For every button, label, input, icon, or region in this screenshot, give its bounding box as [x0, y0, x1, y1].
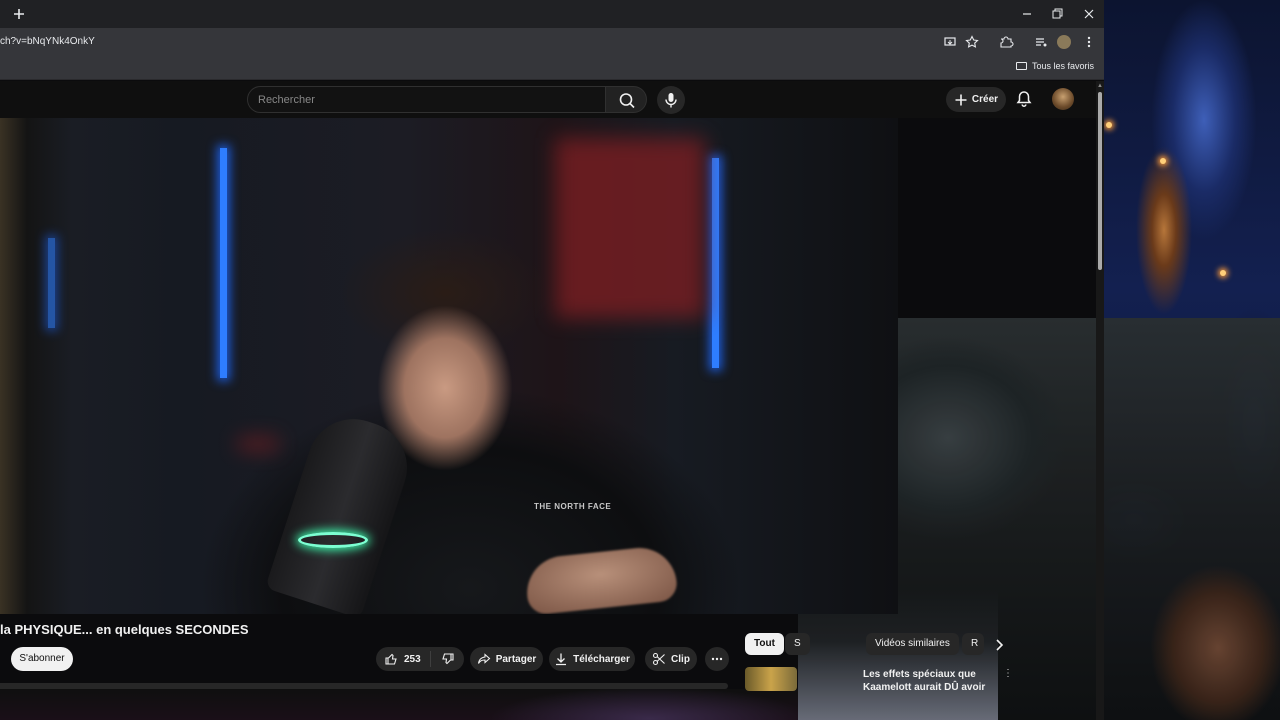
youtube-header: Créer [0, 81, 1096, 118]
recommendation-title-line: Les effets spéciaux que [863, 669, 976, 680]
plus-icon [955, 94, 967, 105]
like-count: 253 [404, 653, 421, 665]
download-label: Télécharger [573, 653, 630, 665]
desktop-bottom-strip [0, 689, 798, 720]
chip-all[interactable]: Tout [745, 633, 784, 655]
restore-icon [1052, 8, 1063, 19]
browser-tab-strip [0, 0, 1104, 28]
folder-icon [1015, 62, 1027, 70]
close-icon [1084, 9, 1094, 19]
create-button[interactable]: Créer [946, 87, 1006, 112]
video-title: la PHYSIQUE... en quelques SECONDES [0, 622, 249, 637]
star-icon [965, 35, 979, 48]
extensions-button[interactable] [998, 34, 1014, 50]
recommendation-thumbnail[interactable] [745, 667, 797, 691]
minimize-icon [1023, 13, 1031, 15]
bell-icon [1016, 91, 1032, 108]
wallpaper-light [1160, 158, 1166, 164]
plus-icon [14, 9, 24, 19]
media-controls-button[interactable] [1033, 34, 1049, 50]
restore-button[interactable] [1048, 5, 1066, 23]
more-actions-button[interactable] [705, 647, 729, 671]
clip-label: Clip [671, 653, 690, 665]
chip-partial-right[interactable]: R [962, 633, 984, 655]
scissors-icon [652, 652, 665, 666]
red-light [555, 138, 705, 318]
subscribe-button[interactable]: S'abonner [11, 647, 73, 671]
led-strip [712, 158, 719, 368]
recommendation-menu-button[interactable]: ⋮ [1003, 668, 1013, 679]
install-app-button[interactable] [942, 34, 958, 50]
wallpaper-light [1106, 122, 1112, 128]
search-input[interactable] [248, 87, 605, 112]
profile-avatar-icon[interactable] [1057, 35, 1071, 49]
more-horizontal-icon [711, 657, 723, 661]
media-queue-icon [1036, 38, 1047, 47]
voice-search-button[interactable] [657, 86, 685, 114]
podcast-microphone [265, 407, 419, 614]
minimize-button[interactable] [1018, 5, 1036, 23]
microphone-light-ring [298, 532, 368, 548]
wallpaper-light [1220, 270, 1226, 276]
close-button[interactable] [1080, 5, 1098, 23]
all-bookmarks-label: Tous les favoris [1031, 61, 1094, 71]
chips-next-button[interactable] [990, 636, 1008, 654]
notifications-button[interactable] [1014, 89, 1034, 109]
scroll-up-arrow-icon[interactable]: ▲ [1097, 83, 1103, 89]
chip-similar-videos[interactable]: Vidéos similaires [866, 633, 959, 655]
red-light [238, 438, 278, 450]
chrome-menu-button[interactable] [1081, 34, 1097, 50]
like-button[interactable]: 253 [376, 651, 431, 667]
download-button[interactable]: Télécharger [549, 647, 635, 671]
download-icon [556, 653, 567, 666]
chevron-right-icon [996, 639, 1004, 651]
search-button[interactable] [605, 86, 647, 113]
address-bar[interactable]: ch?v=bNqYNk4OnkY [0, 36, 95, 47]
shirt-logo: THE NORTH FACE [534, 502, 612, 511]
thumbs-up-icon [385, 653, 397, 665]
bookmarks-bar: Tous les favoris [0, 56, 1104, 80]
bookmark-star-button[interactable] [964, 34, 980, 50]
microphone-icon [665, 93, 677, 108]
all-bookmarks-folder[interactable]: Tous les favoris [1015, 61, 1094, 71]
new-tab-button[interactable] [10, 5, 28, 23]
thumbs-down-icon [441, 653, 454, 665]
led-strip [220, 148, 227, 378]
clip-button[interactable]: Clip [645, 647, 697, 671]
browser-toolbar: ch?v=bNqYNk4OnkY [0, 28, 1104, 56]
recommendation-title[interactable]: Les effets spéciaux que Kaamelott aurait… [863, 668, 1003, 694]
account-avatar[interactable] [1052, 88, 1074, 110]
speaker-hand [523, 544, 679, 614]
puzzle-icon [1000, 36, 1014, 48]
dislike-button[interactable] [431, 652, 464, 666]
share-label: Partager [495, 653, 537, 665]
share-arrow-icon [477, 653, 491, 664]
video-player[interactable]: THE NORTH FACE [0, 118, 898, 614]
scrollbar-thumb[interactable] [1098, 92, 1102, 270]
recommendation-title-line: Kaamelott aurait DÛ avoir [863, 682, 986, 693]
led-strip [48, 238, 55, 328]
screen: { "browser": { "new_tab_icon": "plus-ico… [0, 0, 1280, 720]
like-dislike-group: 253 [376, 647, 464, 671]
share-button[interactable]: Partager [470, 647, 543, 671]
search-box[interactable] [247, 86, 606, 113]
search-icon [619, 93, 635, 109]
video-frame: THE NORTH FACE [0, 118, 898, 614]
install-icon [944, 37, 956, 46]
chip-partial[interactable]: S [785, 633, 810, 655]
create-label: Créer [971, 94, 999, 105]
kebab-menu-icon [1087, 36, 1091, 48]
